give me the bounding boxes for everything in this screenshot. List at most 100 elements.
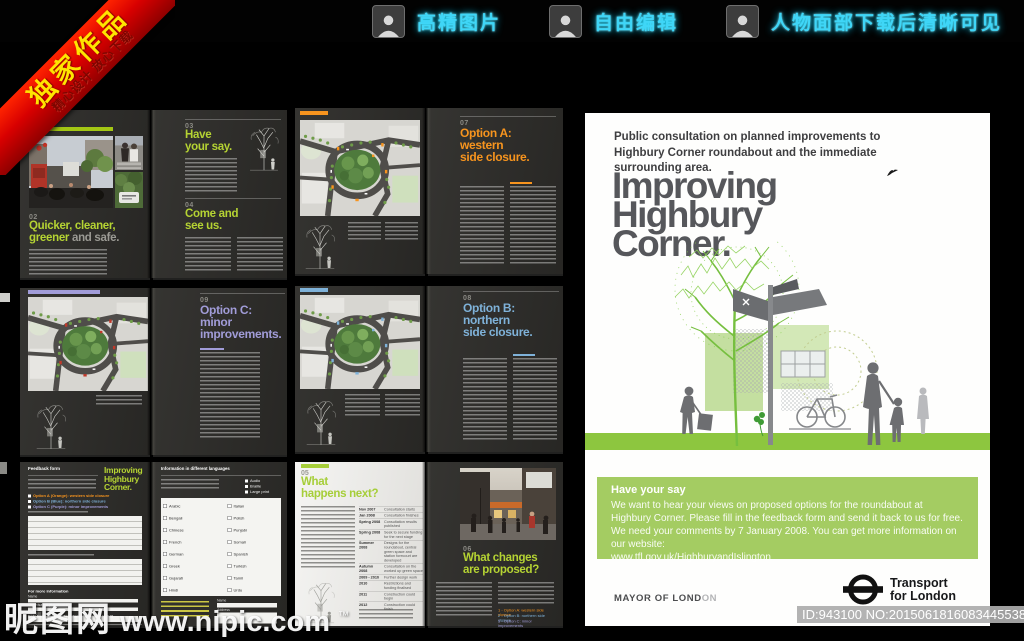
- language-option[interactable]: Turkish: [227, 560, 284, 572]
- checkbox[interactable]: [227, 564, 232, 568]
- body-copy: [185, 237, 231, 273]
- checkbox[interactable]: [227, 552, 232, 556]
- rule: [161, 475, 281, 476]
- timeline-row: Jan 2008 Consultation finishes: [359, 512, 423, 518]
- checkbox[interactable]: [245, 479, 248, 483]
- section-heading: Come and see us.: [185, 208, 239, 232]
- band-website-link[interactable]: www.tfl.gov.uk/HighburyandIslington: [611, 551, 964, 564]
- body-copy: [436, 582, 492, 616]
- language-option[interactable]: Spanish: [227, 548, 284, 560]
- checkbox[interactable]: [28, 499, 31, 503]
- heading-line: see us.: [185, 219, 222, 232]
- map-legend: [348, 222, 381, 242]
- spread-right-page: 09 Option C: minor improvements.: [153, 288, 287, 455]
- language-option[interactable]: Tamil: [227, 572, 284, 584]
- roundabout-map: [300, 120, 420, 216]
- avatar-icon: [548, 4, 582, 38]
- spread-spine: [422, 286, 431, 452]
- languages-intro: [161, 479, 219, 491]
- language-option[interactable]: Gujarati: [163, 572, 219, 584]
- language-option[interactable]: Polish: [227, 512, 284, 524]
- section-heading: What happens next?: [301, 476, 379, 500]
- spread-right-page: 08 Option B: northern side closure.: [428, 286, 563, 452]
- comment-textarea[interactable]: [28, 516, 142, 550]
- body-copy: [460, 186, 504, 266]
- language-option[interactable]: Somali: [227, 536, 284, 548]
- language-option[interactable]: German: [163, 548, 219, 560]
- brochure-spread-option-a: 07 Option A: western side closure.: [295, 108, 563, 274]
- checkbox[interactable]: [245, 484, 248, 488]
- language-option[interactable]: Italian: [227, 500, 284, 512]
- tfl-roundel-icon: [843, 574, 883, 605]
- street-photo-dusk: [460, 468, 556, 540]
- checkbox[interactable]: [227, 516, 232, 520]
- checkbox[interactable]: [163, 528, 167, 532]
- language-option[interactable]: French: [163, 536, 219, 548]
- accent-bar: [301, 464, 329, 468]
- rule: [200, 293, 285, 294]
- checkbox[interactable]: [28, 505, 31, 509]
- edge-fragment: [0, 462, 7, 474]
- feature-face-clear: 人物面部下载后清晰可见: [725, 4, 1002, 38]
- checkbox[interactable]: [227, 528, 232, 532]
- checkbox[interactable]: [163, 552, 167, 556]
- checkbox[interactable]: [227, 540, 232, 544]
- language-option[interactable]: Greek: [163, 560, 219, 572]
- tree-illustration: [300, 222, 340, 270]
- subhead-accent: [200, 348, 224, 350]
- silhouette-woman-child: [863, 362, 904, 445]
- spread-right-page: 07 Option A: western side closure.: [428, 108, 563, 274]
- accent-bar: [300, 111, 328, 115]
- heading-line: your say.: [185, 140, 232, 153]
- topbar-label-hd[interactable]: 高精图片: [417, 8, 501, 35]
- checkbox[interactable]: [163, 576, 167, 580]
- option-choice-c[interactable]: Option C (Purple): minor improvements: [28, 504, 148, 510]
- ribbon-band: 独家作品 精心设计 放心下载: [0, 0, 175, 175]
- heading-line: side closure.: [463, 325, 533, 340]
- language-option[interactable]: Bengali: [163, 512, 219, 524]
- have-your-say-band: Have your say We want to hear your views…: [597, 477, 978, 563]
- heading-line: What changes: [463, 552, 538, 564]
- map-legend: [385, 222, 418, 242]
- language-option[interactable]: Chinese: [163, 524, 219, 536]
- trademark-symbol: ™: [338, 610, 350, 622]
- checkbox[interactable]: [163, 516, 167, 520]
- spread-left-page: [295, 108, 425, 274]
- topbar-label-edit[interactable]: 自由编辑: [594, 8, 678, 35]
- checkbox[interactable]: [227, 504, 232, 508]
- comment-textarea[interactable]: [28, 559, 142, 585]
- accent-bar: [28, 290, 100, 294]
- checkbox[interactable]: [245, 490, 248, 494]
- checkbox[interactable]: [163, 564, 167, 568]
- nipic-watermark: 昵图网 www.nipic.com ™: [4, 592, 349, 641]
- tree-illustration: [30, 402, 72, 450]
- accent-bar: [300, 288, 328, 292]
- format-large-print[interactable]: Large print: [245, 489, 285, 495]
- checkbox[interactable]: [163, 504, 167, 508]
- option-links: 1 - Option A: western side closure 2 - O…: [498, 608, 556, 628]
- spread-spine: [422, 108, 431, 274]
- form-header-wrap: Feedback form: [28, 466, 98, 474]
- subhead-accent: [510, 182, 532, 184]
- brochure-spread-option-c: 09 Option C: minor improvements.: [20, 288, 287, 455]
- rule: [463, 291, 559, 292]
- feature-hd-images: 高精图片: [371, 4, 501, 38]
- brochure-spread-option-b: 08 Option B: northern side closure.: [295, 286, 563, 452]
- timeline-row: Summer 2008 Designs for the roundabout, c…: [359, 539, 423, 564]
- languages-panel: Arabic Bengali Chinese French German Gre…: [161, 498, 281, 596]
- checkbox[interactable]: [227, 576, 232, 580]
- feature-free-edit: 自由编辑: [548, 4, 678, 38]
- roundabout-map: [300, 295, 420, 389]
- language-option[interactable]: Punjabi: [227, 524, 284, 536]
- checkbox[interactable]: [28, 494, 31, 498]
- languages-col-right: Italian Polish Punjabi Somali Spanish Tu…: [227, 500, 284, 596]
- brochure-brand: Improving Highbury Corner.: [104, 466, 143, 492]
- languages-col-left: Arabic Bengali Chinese French German Gre…: [163, 500, 219, 596]
- option-choices: Option A (Orange): western side closure …: [28, 493, 148, 511]
- topbar-label-face[interactable]: 人物面部下载后清晰可见: [771, 8, 1002, 35]
- body-copy: [185, 158, 237, 192]
- cover-illustration: [674, 241, 929, 447]
- checkbox[interactable]: [163, 540, 167, 544]
- language-option[interactable]: Arabic: [163, 500, 219, 512]
- body-copy: [513, 358, 557, 440]
